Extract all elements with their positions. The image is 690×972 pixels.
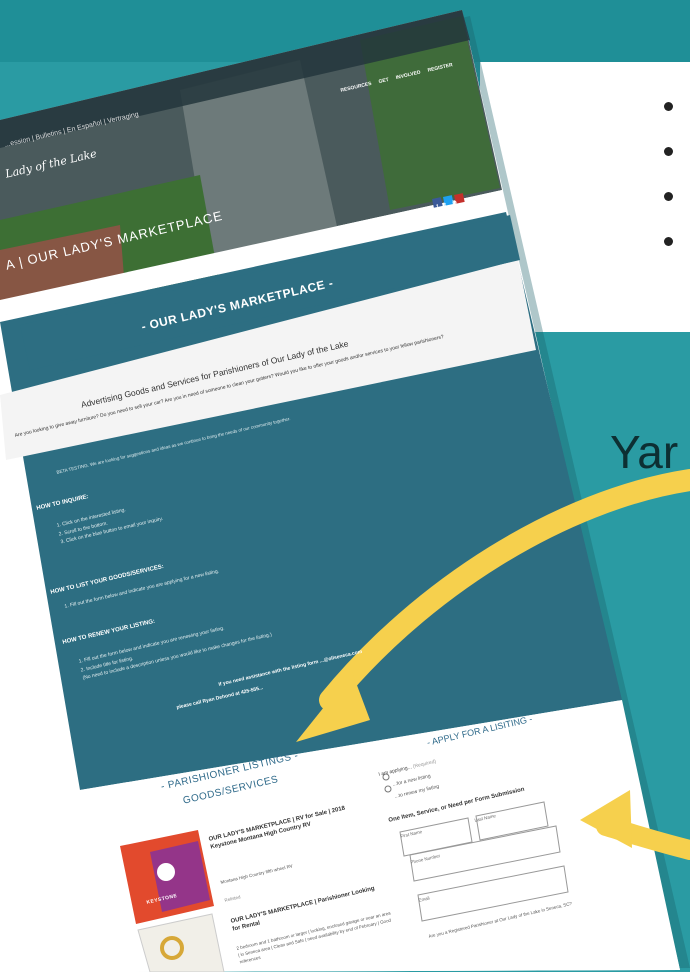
logo-keystone — [157, 863, 175, 881]
facebook-label: f — [436, 203, 439, 210]
card-shapes — [0, 10, 690, 972]
website-screenshot-card: ...ession | Bulletins | En Español | Ver… — [0, 0, 690, 972]
twitter-label: t — [443, 201, 447, 209]
